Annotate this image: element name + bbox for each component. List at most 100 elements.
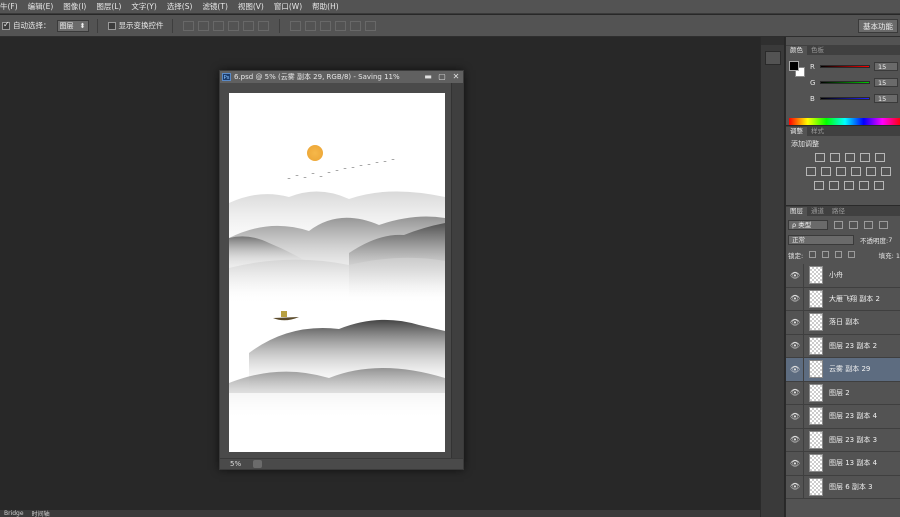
color-balance-icon[interactable]	[821, 167, 831, 176]
document-titlebar[interactable]: Ps 6.psd @ 5% (云雾 副本 29, RGB/8) - Saving…	[220, 71, 463, 83]
dock-header[interactable]	[761, 37, 784, 45]
red-value[interactable]: 15	[874, 62, 898, 71]
adjustment-filter-icon[interactable]	[849, 220, 858, 229]
exposure-icon[interactable]	[860, 153, 870, 162]
layer-row[interactable]: 👁 大雁飞翔 副本 2	[786, 287, 900, 311]
eye-icon[interactable]: 👁	[789, 482, 801, 491]
tab-paths[interactable]: 路径	[828, 207, 849, 216]
green-value[interactable]: 15	[874, 78, 898, 87]
photo-filter-icon[interactable]	[851, 167, 861, 176]
red-slider[interactable]	[820, 65, 870, 68]
foreground-color-swatch[interactable]	[789, 61, 799, 71]
align-vcenter-icon[interactable]	[197, 20, 209, 31]
tab-bridge[interactable]: Bridge	[0, 510, 28, 517]
tab-channels[interactable]: 通道	[807, 207, 828, 216]
minimize-icon[interactable]: ▬	[421, 71, 435, 83]
distribute-bottom-icon[interactable]	[319, 20, 331, 31]
brightness-icon[interactable]	[815, 153, 825, 162]
menu-select[interactable]: 选择(S)	[162, 1, 198, 12]
menu-file[interactable]: 牛(F)	[0, 1, 23, 12]
show-transform-checkbox[interactable]: 显示变换控件	[107, 20, 164, 31]
blue-value[interactable]: 15	[874, 94, 898, 103]
close-icon[interactable]: ✕	[449, 71, 463, 83]
eye-icon[interactable]: 👁	[789, 294, 801, 303]
posterize-icon[interactable]	[829, 181, 839, 190]
layer-row[interactable]: 👁 图层 2	[786, 381, 900, 405]
gradient-map-icon[interactable]	[859, 181, 869, 190]
distribute-top-icon[interactable]	[289, 20, 301, 31]
layer-row[interactable]: 👁 小舟	[786, 263, 900, 288]
menu-type[interactable]: 文字(Y)	[126, 1, 161, 12]
type-filter-icon[interactable]	[864, 220, 873, 229]
color-lookup-icon[interactable]	[881, 167, 891, 176]
opacity-value[interactable]: 7	[888, 236, 892, 244]
history-icon[interactable]	[764, 51, 781, 65]
tab-styles[interactable]: 样式	[807, 127, 828, 136]
layer-kind-filter[interactable]: ρ 类型	[788, 219, 828, 230]
invert-icon[interactable]	[814, 181, 824, 190]
distribute-hcenter-icon[interactable]	[349, 20, 361, 31]
tab-layers[interactable]: 图层	[786, 207, 807, 216]
lock-paint-icon[interactable]	[822, 251, 830, 258]
menu-filter[interactable]: 滤镜(T)	[197, 1, 232, 12]
tab-swatches[interactable]: 色板	[807, 46, 828, 55]
align-right-icon[interactable]	[257, 20, 269, 31]
status-menu-icon[interactable]	[253, 460, 263, 468]
align-left-icon[interactable]	[227, 20, 239, 31]
tab-timeline[interactable]: 时间轴	[28, 509, 54, 517]
distribute-left-icon[interactable]	[334, 20, 346, 31]
fill-control[interactable]: 填充: 1	[879, 250, 900, 260]
selective-color-icon[interactable]	[874, 181, 884, 190]
lock-position-icon[interactable]	[835, 251, 843, 258]
vertical-scrollbar[interactable]	[451, 83, 463, 459]
eye-icon[interactable]: 👁	[789, 388, 801, 397]
eye-icon[interactable]: 👁	[789, 365, 801, 374]
layer-row[interactable]: 👁 图层 23 副本 3	[786, 428, 900, 452]
green-slider[interactable]	[820, 81, 870, 84]
layer-row[interactable]: 👁 图层 13 副本 4	[786, 451, 900, 476]
auto-select-checkbox[interactable]: 自动选择：	[2, 20, 51, 31]
lock-transparency-icon[interactable]	[809, 251, 817, 258]
distribute-vcenter-icon[interactable]	[304, 20, 316, 31]
eye-icon[interactable]: 👁	[789, 271, 801, 280]
menu-help[interactable]: 帮助(H)	[307, 1, 344, 12]
align-hcenter-icon[interactable]	[242, 20, 254, 31]
hue-saturation-icon[interactable]	[806, 167, 816, 176]
menu-edit[interactable]: 编辑(E)	[23, 1, 59, 12]
maximize-icon[interactable]: ▢	[435, 71, 449, 83]
layer-row[interactable]: 👁 图层 23 副本 2	[786, 334, 900, 358]
eye-icon[interactable]: 👁	[789, 435, 801, 444]
blend-mode-dropdown[interactable]: 正常	[788, 234, 854, 245]
auto-select-dropdown[interactable]: 图层 ⬍	[56, 19, 89, 32]
blue-slider[interactable]	[820, 97, 870, 100]
vibrance-icon[interactable]	[875, 153, 885, 162]
layer-row[interactable]: 👁 图层 23 副本 4	[786, 404, 900, 429]
eye-icon[interactable]: 👁	[789, 341, 801, 350]
menu-view[interactable]: 视图(V)	[233, 1, 269, 12]
align-bottom-icon[interactable]	[212, 20, 224, 31]
eye-icon[interactable]: 👁	[789, 318, 801, 327]
threshold-icon[interactable]	[844, 181, 854, 190]
curves-icon[interactable]	[845, 153, 855, 162]
align-top-icon[interactable]	[182, 20, 194, 31]
eye-icon[interactable]: 👁	[789, 459, 801, 468]
shape-filter-icon[interactable]	[879, 220, 888, 229]
levels-icon[interactable]	[830, 153, 840, 162]
pixel-filter-icon[interactable]	[834, 220, 843, 229]
distribute-right-icon[interactable]	[364, 20, 376, 31]
eye-icon[interactable]: 👁	[789, 412, 801, 421]
layer-row[interactable]: 👁 落日 副本	[786, 310, 900, 335]
checkbox-box[interactable]	[107, 21, 116, 30]
lock-all-icon[interactable]	[848, 251, 856, 258]
checkbox-box[interactable]	[2, 20, 10, 30]
zoom-level[interactable]: 5%	[230, 460, 241, 468]
channel-mixer-icon[interactable]	[866, 167, 876, 176]
workspace-switcher-button[interactable]: 基本功能	[858, 19, 898, 33]
menu-layer[interactable]: 图层(L)	[91, 1, 126, 12]
canvas-area[interactable]	[220, 83, 452, 459]
menu-window[interactable]: 窗口(W)	[269, 1, 307, 12]
tab-adjustments[interactable]: 调整	[786, 127, 807, 136]
menu-image[interactable]: 图像(I)	[58, 1, 91, 12]
tab-color[interactable]: 颜色	[786, 46, 807, 55]
layer-row-selected[interactable]: 👁 云雾 副本 29	[786, 357, 900, 382]
